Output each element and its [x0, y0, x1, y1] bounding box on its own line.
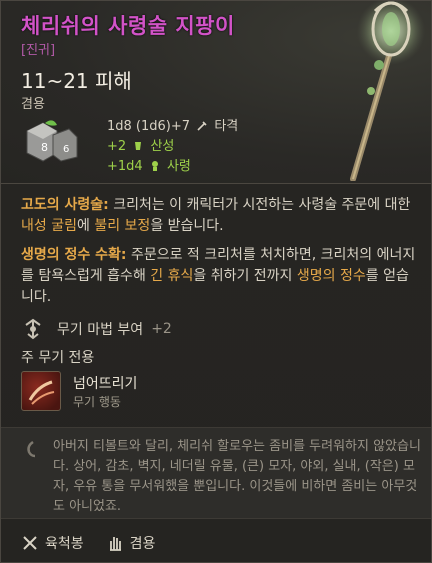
topple-action-icon[interactable]	[21, 371, 61, 411]
necrotic-icon	[151, 161, 158, 171]
lore-section: 아버지 티볼트와 달리, 체리쉬 할로우는 좀비를 두려워하지 않았습니다. 상…	[1, 427, 431, 519]
action-name: 넘어뜨리기	[73, 376, 138, 392]
handedness-footer-label: 겸용	[129, 536, 156, 552]
dice-icon: 8 6	[26, 120, 78, 162]
bludgeoning-icon	[197, 121, 207, 131]
hand-icon	[109, 537, 121, 551]
dice-left-face: 8	[41, 141, 48, 154]
item-tooltip: 체리쉬의 사령술 지팡이 [진귀] 11~21 피해 겸용 8 6 1d8 (1…	[0, 0, 432, 563]
necrotic-damage-row: +1d4 사령	[107, 157, 238, 177]
handedness-label: 겸용	[21, 97, 45, 112]
passive-1-text-b: 에	[76, 218, 95, 234]
essence-term[interactable]: 생명의 정수	[297, 268, 366, 284]
header-divider	[1, 183, 431, 184]
dice-right-face: 6	[63, 144, 69, 155]
enchantment-label: 무기 마법 부여	[57, 322, 144, 338]
base-damage-value: 1d8 (1d6)+7	[107, 119, 191, 134]
main-hand-only: 주 무기 전용	[21, 350, 95, 366]
passive-1-name: 고도의 사령술:	[21, 197, 109, 213]
passive-1: 고도의 사령술: 크리처는 이 캐릭터가 시전하는 사령술 주문에 대한 내성 …	[21, 195, 417, 237]
acid-damage-type: 산성	[150, 139, 175, 154]
quote-icon	[27, 440, 36, 458]
passive-1-text-c: 을 받습니다.	[150, 218, 224, 234]
base-damage-row: 1d8 (1d6)+7 타격	[107, 117, 238, 137]
passive-2-text-b: 을 취하기 전까지	[193, 268, 297, 284]
acid-icon	[135, 142, 142, 150]
acid-damage-value: +2	[107, 139, 127, 154]
necrotic-damage-type: 사령	[166, 159, 191, 174]
damage-stats: 1d8 (1d6)+7 타격 +2 산성 +1d4 사령	[107, 117, 238, 177]
passive-2: 생명의 정수 수확: 주문으로 적 크리처를 처치하면, 크리처의 에너지를 탐…	[21, 245, 417, 308]
necrotic-damage-value: +1d4	[107, 159, 143, 174]
acid-damage-row: +2 산성	[107, 137, 238, 157]
action-type: 무기 행동	[73, 395, 121, 409]
long-rest-term[interactable]: 긴 휴식	[150, 268, 193, 284]
damage-range: 11~21 피해	[21, 69, 132, 93]
proficiency-item: 육척봉	[21, 533, 84, 553]
handedness-item: 겸용	[106, 533, 156, 553]
passive-2-name: 생명의 정수 수확:	[21, 247, 127, 263]
lore-text: 아버지 티볼트와 달리, 체리쉬 할로우는 좀비를 두려워하지 않았습니다. 상…	[53, 439, 421, 514]
base-damage-type: 타격	[214, 119, 239, 134]
passive-1-text-a: 크리처는 이 캐릭터가 시전하는 사령술 주문에 대한	[108, 197, 411, 213]
proficiency-label: 육척봉	[45, 536, 84, 552]
item-rarity: [진귀]	[21, 43, 56, 58]
enchantment-bonus: +2	[151, 321, 172, 337]
disadvantage-term[interactable]: 불리 보정	[94, 218, 150, 234]
item-title: 체리쉬의 사령술 지팡이	[21, 14, 235, 38]
staff-item-image	[350, 1, 425, 181]
enchantment-icon	[25, 318, 41, 340]
quarterstaff-icon	[23, 536, 37, 550]
topple-icon	[28, 380, 55, 405]
tooltip-footer: 육척봉 겸용	[21, 533, 177, 553]
saving-throw-term[interactable]: 내성 굴림	[21, 218, 77, 234]
weapon-enchantment: 무기 마법 부여 +2	[21, 317, 172, 341]
